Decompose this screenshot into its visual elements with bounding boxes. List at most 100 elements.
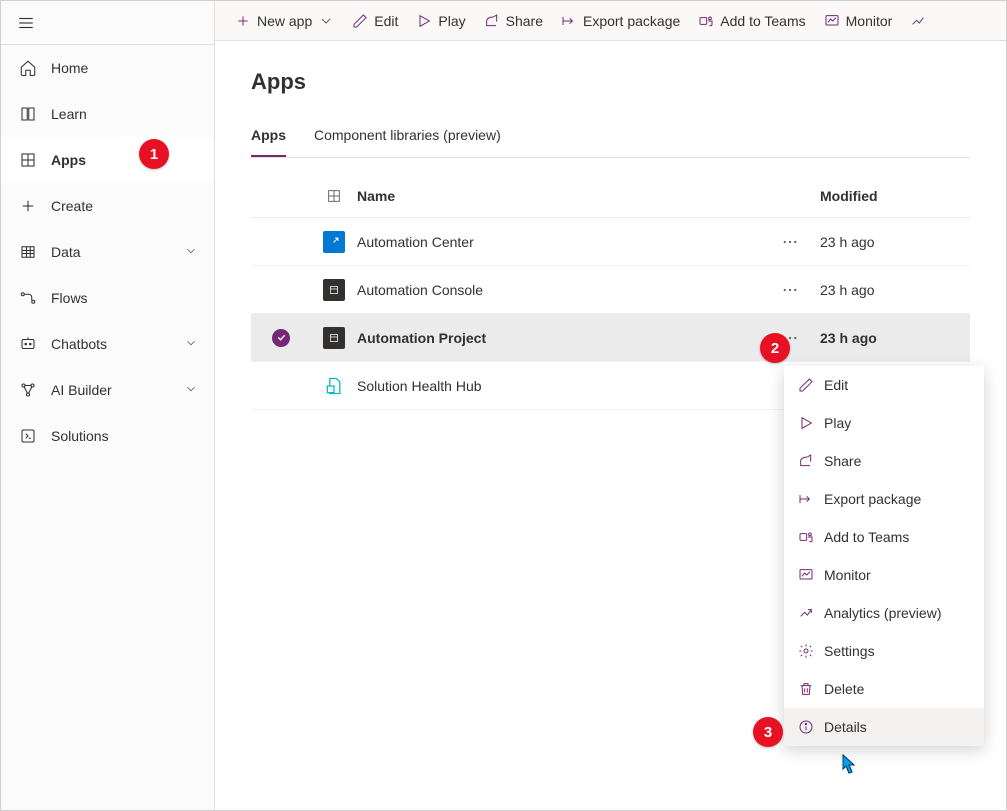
flows-icon [17,289,39,307]
analytics-button-clipped[interactable] [910,13,926,29]
menu-share[interactable]: Share [784,442,984,480]
monitor-button[interactable]: Monitor [824,13,893,29]
tab-apps[interactable]: Apps [251,119,286,157]
menu-teams[interactable]: Add to Teams [784,518,984,556]
analytics-icon [798,605,814,621]
sidebar: Home Learn Apps Create Data Flows Chatbo… [1,1,215,810]
chatbots-icon [17,335,39,353]
menu-label: Monitor [824,567,871,583]
play-icon [416,13,432,29]
edit-button[interactable]: Edit [352,13,398,29]
menu-details[interactable]: Details [784,708,984,746]
export-icon [798,491,814,507]
data-icon [17,243,39,261]
book-icon [17,105,39,123]
plus-icon [235,13,251,29]
selected-check-icon [272,329,290,347]
menu-play[interactable]: Play [784,404,984,442]
app-row[interactable]: Automation Console 23 h ago [251,266,970,314]
app-type-icon [323,375,345,397]
menu-analytics[interactable]: Analytics (preview) [784,594,984,632]
nav-label: Flows [51,290,88,306]
more-button[interactable] [760,233,820,251]
app-row[interactable]: Automation Center 23 h ago [251,218,970,266]
nav-learn[interactable]: Learn [1,91,214,137]
menu-label: Details [824,719,867,735]
nav-ai-builder[interactable]: AI Builder [1,367,214,413]
tab-component-libraries[interactable]: Component libraries (preview) [314,119,501,157]
menu-export[interactable]: Export package [784,480,984,518]
app-name: Automation Center [357,234,760,250]
page-title: Apps [251,69,970,95]
plus-icon [17,197,39,215]
menu-label: Share [824,453,861,469]
trash-icon [798,681,814,697]
nav-apps[interactable]: Apps [1,137,214,183]
list-header: Name Modified [251,174,970,218]
menu-settings[interactable]: Settings [784,632,984,670]
hamburger-icon [17,14,35,32]
toolbar: New app Edit Play Share Export package [215,1,1006,41]
tabs: Apps Component libraries (preview) [251,119,970,158]
app-row-selected[interactable]: Automation Project 23 h ago [251,314,970,362]
solutions-icon [17,427,39,445]
nav-flows[interactable]: Flows [1,275,214,321]
cursor-pointer-icon [835,753,859,781]
column-name[interactable]: Name [357,188,760,204]
apps-icon [17,151,39,169]
app-name: Solution Health Hub [357,378,760,394]
add-to-teams-button[interactable]: Add to Teams [698,13,805,29]
nav-chatbots[interactable]: Chatbots [1,321,214,367]
pencil-icon [798,377,814,393]
menu-label: Analytics (preview) [824,605,941,621]
menu-label: Edit [824,377,848,393]
tbtn-label: Play [438,13,465,29]
gear-icon [798,643,814,659]
annotation-badge-3: 3 [753,717,783,747]
nav-data[interactable]: Data [1,229,214,275]
type-column-icon[interactable] [311,188,357,204]
menu-monitor[interactable]: Monitor [784,556,984,594]
app-modified: 23 h ago [820,282,970,298]
nav-create[interactable]: Create [1,183,214,229]
annotation-badge-1: 1 [139,139,169,169]
hamburger-menu[interactable] [1,1,214,45]
play-icon [798,415,814,431]
tbtn-label: Share [506,13,543,29]
more-button[interactable] [760,281,820,299]
app-modified: 23 h ago [820,330,970,346]
nav-label: Learn [51,106,87,122]
menu-label: Export package [824,491,921,507]
new-app-button[interactable]: New app [235,13,334,29]
info-icon [798,719,814,735]
nav-home[interactable]: Home [1,45,214,91]
app-type-icon [323,279,345,301]
nav-label: AI Builder [51,382,112,398]
menu-label: Add to Teams [824,529,909,545]
nav-label: Home [51,60,88,76]
menu-edit[interactable]: Edit [784,366,984,404]
export-button[interactable]: Export package [561,13,680,29]
chevron-down-icon [318,13,334,29]
app-type-icon [323,231,345,253]
nav-label: Data [51,244,81,260]
nav-label: Solutions [51,428,109,444]
column-modified[interactable]: Modified [820,188,970,204]
app-modified: 23 h ago [820,234,970,250]
nav-label: Apps [51,152,86,168]
pencil-icon [352,13,368,29]
context-menu: Edit Play Share Export package Add to Te… [784,366,984,746]
menu-delete[interactable]: Delete [784,670,984,708]
share-icon [484,13,500,29]
nav-label: Create [51,198,93,214]
tbtn-label: Edit [374,13,398,29]
app-type-icon [323,327,345,349]
play-button[interactable]: Play [416,13,465,29]
tab-label: Apps [251,127,286,143]
export-icon [561,13,577,29]
tbtn-label: Export package [583,13,680,29]
teams-icon [698,13,714,29]
chevron-down-icon [184,382,198,399]
nav-solutions[interactable]: Solutions [1,413,214,459]
share-button[interactable]: Share [484,13,543,29]
